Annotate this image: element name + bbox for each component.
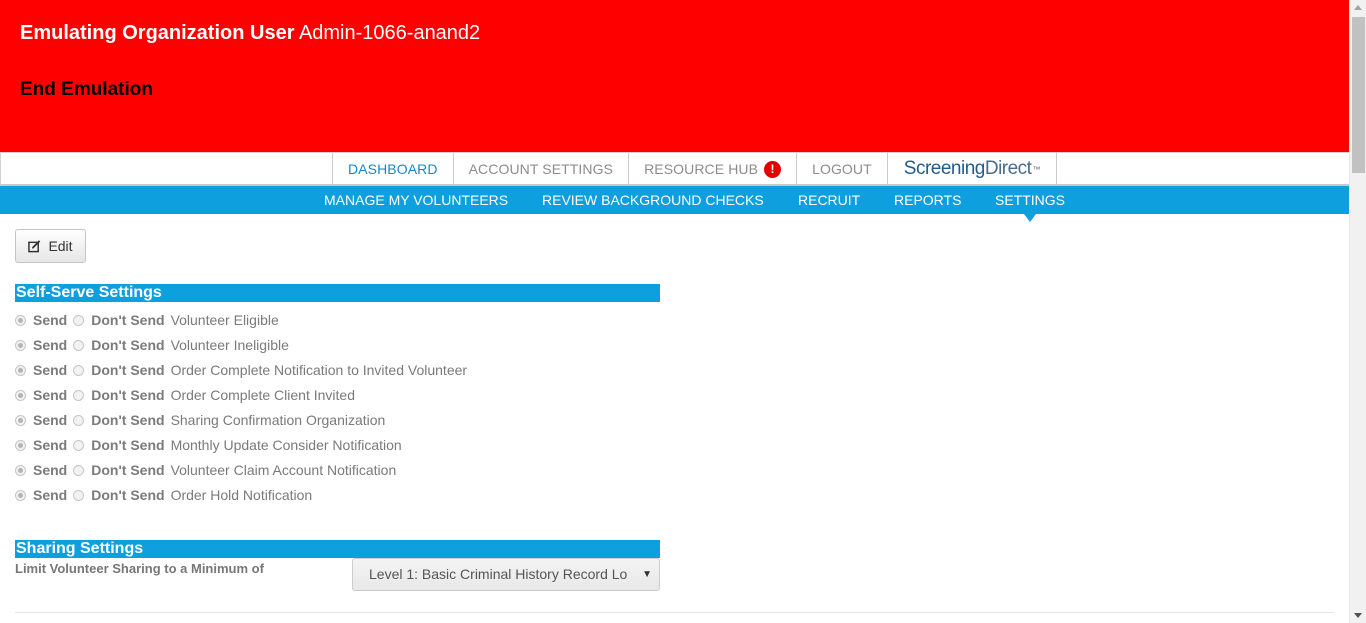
send-label: Send: [33, 337, 68, 353]
dont-send-label: Don't Send: [91, 487, 165, 503]
dont-send-label: Don't Send: [91, 362, 165, 378]
setting-label: Monthly Update Consider Notification: [170, 437, 402, 453]
dont-send-radio[interactable]: [73, 414, 85, 426]
send-label: Send: [33, 387, 68, 403]
subnav-recruit[interactable]: RECRUIT: [798, 186, 860, 214]
emulated-user: Admin-1066-anand2: [298, 22, 481, 44]
nav-logout-label: LOGOUT: [812, 161, 872, 177]
end-emulation-link[interactable]: End Emulation: [20, 79, 153, 101]
dont-send-radio[interactable]: [73, 439, 85, 451]
emulation-title: Emulating Organization User Admin-1066-a…: [20, 22, 480, 45]
self-serve-settings-header: Self-Serve Settings: [15, 284, 660, 302]
send-label: Send: [33, 437, 68, 453]
scroll-down-arrow-icon[interactable]: [1354, 613, 1362, 618]
edit-icon: [28, 239, 41, 252]
dont-send-label: Don't Send: [91, 412, 165, 428]
setting-label: Order Hold Notification: [170, 487, 313, 503]
setting-row: Send Don't Send Volunteer Claim Account …: [15, 461, 396, 479]
send-radio[interactable]: [15, 364, 26, 376]
dont-send-radio[interactable]: [73, 464, 85, 476]
limit-sharing-label: Limit Volunteer Sharing to a Minimum of: [15, 561, 264, 576]
nav-account-settings[interactable]: ACCOUNT SETTINGS: [454, 153, 630, 185]
sharing-level-value: Level 1: Basic Criminal History Record L…: [369, 566, 628, 582]
main-area: Emulating Organization User Admin-1066-a…: [0, 0, 1349, 623]
alert-badge-icon: !: [764, 160, 782, 178]
send-radio[interactable]: [15, 389, 26, 401]
send-label: Send: [33, 487, 68, 503]
setting-row: Send Don't Send Volunteer Ineligible: [15, 336, 289, 354]
dont-send-radio[interactable]: [73, 489, 85, 501]
brand-part2: Direct: [984, 158, 1032, 179]
send-label: Send: [33, 412, 68, 428]
setting-row: Send Don't Send Monthly Update Consider …: [15, 436, 402, 454]
page: Emulating Organization User Admin-1066-a…: [0, 0, 1366, 623]
setting-label: Order Complete Notification to Invited V…: [170, 362, 468, 378]
send-radio[interactable]: [15, 339, 26, 351]
nav-account-settings-label: ACCOUNT SETTINGS: [468, 161, 614, 177]
setting-label: Volunteer Ineligible: [170, 337, 289, 353]
send-radio[interactable]: [15, 414, 26, 426]
nav-resource-hub-label: RESOURCE HUB: [644, 161, 759, 177]
edit-button[interactable]: Edit: [15, 229, 86, 263]
nav-dashboard-label: DASHBOARD: [348, 161, 438, 177]
dont-send-radio[interactable]: [73, 339, 85, 351]
sharing-level-select[interactable]: Level 1: Basic Criminal History Record L…: [352, 558, 660, 591]
setting-row: Send Don't Send Order Hold Notification: [15, 486, 312, 504]
send-radio[interactable]: [15, 464, 26, 476]
brand-part1: Screening: [903, 158, 986, 179]
dont-send-label: Don't Send: [91, 462, 165, 478]
send-label: Send: [33, 312, 68, 328]
setting-row: Send Don't Send Order Complete Notificat…: [15, 361, 467, 379]
subnav-settings[interactable]: SETTINGS: [995, 186, 1065, 214]
setting-label: Order Complete Client Invited: [170, 387, 355, 403]
send-label: Send: [33, 362, 68, 378]
nav-logout[interactable]: LOGOUT: [797, 153, 888, 185]
setting-row: Send Don't Send Volunteer Eligible: [15, 311, 279, 329]
top-nav-items: DASHBOARD ACCOUNT SETTINGS RESOURCE HUB …: [332, 153, 1057, 185]
scrollbar-thumb[interactable]: [1352, 17, 1365, 173]
vertical-scrollbar[interactable]: [1349, 0, 1366, 623]
dont-send-label: Don't Send: [91, 437, 165, 453]
top-navigation: DASHBOARD ACCOUNT SETTINGS RESOURCE HUB …: [0, 152, 1349, 186]
dont-send-label: Don't Send: [91, 387, 165, 403]
dont-send-label: Don't Send: [91, 312, 165, 328]
subnav-review-background-checks[interactable]: REVIEW BACKGROUND CHECKS: [542, 186, 764, 214]
brand-tm: ™: [1032, 164, 1040, 174]
send-radio[interactable]: [15, 489, 26, 501]
active-tab-caret-icon: [1024, 214, 1036, 222]
screeningdirect-logo[interactable]: Screening Direct ™: [888, 153, 1057, 185]
subnav-reports[interactable]: REPORTS: [894, 186, 961, 214]
setting-label: Volunteer Claim Account Notification: [170, 462, 397, 478]
dropdown-arrow-icon: ▼: [642, 569, 652, 580]
divider: [15, 612, 1334, 613]
send-radio[interactable]: [15, 439, 26, 451]
emulation-banner: Emulating Organization User Admin-1066-a…: [0, 0, 1349, 152]
dont-send-radio[interactable]: [73, 389, 85, 401]
sub-navigation: MANAGE MY VOLUNTEERS REVIEW BACKGROUND C…: [0, 186, 1349, 214]
dont-send-label: Don't Send: [91, 337, 165, 353]
dont-send-radio[interactable]: [73, 364, 85, 376]
send-label: Send: [33, 462, 68, 478]
scroll-up-arrow-icon[interactable]: [1354, 5, 1362, 10]
send-radio[interactable]: [15, 314, 26, 326]
nav-resource-hub[interactable]: RESOURCE HUB !: [629, 153, 798, 185]
setting-label: Sharing Confirmation Organization: [170, 412, 386, 428]
emulation-title-prefix: Emulating Organization User: [20, 22, 295, 44]
subnav-manage-volunteers[interactable]: MANAGE MY VOLUNTEERS: [324, 186, 508, 214]
setting-row: Send Don't Send Order Complete Client In…: [15, 386, 355, 404]
edit-button-label: Edit: [48, 238, 73, 254]
setting-label: Volunteer Eligible: [170, 312, 279, 328]
dont-send-radio[interactable]: [73, 314, 85, 326]
sharing-settings-header: Sharing Settings: [15, 540, 660, 558]
setting-row: Send Don't Send Sharing Confirmation Org…: [15, 411, 385, 429]
nav-dashboard[interactable]: DASHBOARD: [333, 153, 454, 185]
